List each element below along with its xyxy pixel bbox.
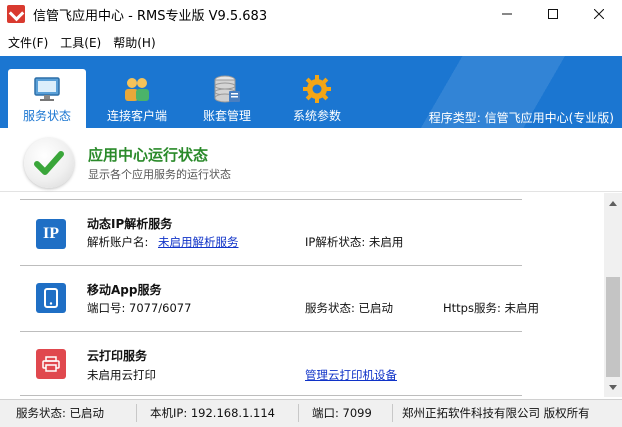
tab-system-parameters[interactable]: 系统参数	[278, 69, 356, 128]
enable-resolve-link[interactable]: 未启用解析服务	[158, 234, 239, 250]
tab-account-management[interactable]: 账套管理	[188, 69, 266, 128]
chevron-up-icon	[609, 200, 617, 206]
status-check-badge	[24, 138, 74, 188]
program-type-label: 程序类型: 信管飞应用中心(专业版)	[428, 111, 614, 125]
app-logo-icon	[7, 5, 25, 23]
service-title: 移动App服务	[87, 283, 162, 297]
vertical-scrollbar[interactable]	[604, 193, 622, 397]
close-button[interactable]	[576, 0, 622, 28]
tab-label: 系统参数	[292, 109, 341, 123]
maximize-icon	[548, 9, 558, 19]
close-icon	[594, 9, 604, 19]
cloud-print-status: 未启用云打印	[87, 368, 156, 382]
ip-icon: IP	[36, 219, 66, 249]
service-title: 云打印服务	[87, 349, 148, 363]
service-title: 动态IP解析服务	[87, 217, 173, 231]
menu-help[interactable]: 帮助(H)	[107, 34, 161, 51]
main-toolbar: 服务状态 连接客户端 账套管理 系统参数 程序类型: 信管飞应用中心(专业版)	[0, 56, 622, 128]
app-port: 端口号: 7077/6077	[87, 301, 192, 315]
divider	[20, 199, 522, 200]
tab-service-status[interactable]: 服务状态	[8, 69, 86, 128]
minimize-button[interactable]	[484, 0, 530, 28]
ip-resolve-status: IP解析状态: 未启用	[305, 235, 404, 249]
checkmark-icon	[34, 151, 64, 175]
database-icon	[214, 75, 240, 103]
tab-label: 连接客户端	[106, 109, 167, 123]
divider	[20, 331, 522, 332]
status-service-state: 服务状态: 已启动	[16, 406, 105, 420]
menu-tools[interactable]: 工具(E)	[54, 34, 107, 51]
status-bar: 服务状态: 已启动 本机IP: 192.168.1.114 端口: 7099 郑…	[0, 399, 622, 427]
window-controls	[484, 0, 622, 28]
monitor-icon	[34, 77, 60, 101]
page-title: 应用中心运行状态	[88, 146, 209, 164]
tab-label: 账套管理	[202, 109, 251, 123]
menu-bar: 文件(F) 工具(E) 帮助(H)	[0, 30, 622, 54]
scroll-down-button[interactable]	[604, 379, 622, 395]
maximize-button[interactable]	[530, 0, 576, 28]
app-service-status: 服务状态: 已启动	[305, 301, 394, 315]
scroll-thumb[interactable]	[606, 277, 620, 377]
tab-label: 服务状态	[22, 109, 71, 123]
minimize-icon	[502, 13, 512, 15]
tab-connected-clients[interactable]: 连接客户端	[98, 69, 176, 128]
status-separator	[136, 404, 137, 422]
printer-icon	[36, 349, 66, 379]
manage-cloud-printer-link[interactable]: 管理云打印机设备	[305, 367, 397, 383]
status-copyright: 郑州正拓软件科技有限公司 版权所有	[402, 406, 590, 420]
status-port: 端口: 7099	[312, 406, 372, 420]
account-label: 解析账户名:	[87, 235, 149, 249]
mobile-icon	[36, 283, 66, 313]
title-bar: 信管飞应用中心 - RMS专业版 V9.5.683	[0, 0, 622, 28]
service-list: IP 动态IP解析服务 解析账户名: 未启用解析服务 IP解析状态: 未启用 移…	[0, 193, 604, 397]
status-separator	[298, 404, 299, 422]
window-title: 信管飞应用中心 - RMS专业版 V9.5.683	[33, 8, 268, 24]
menu-file[interactable]: 文件(F)	[2, 34, 54, 51]
users-icon	[125, 78, 149, 101]
page-subtitle: 显示各个应用服务的运行状态	[88, 168, 231, 181]
divider	[20, 265, 522, 266]
scroll-up-button[interactable]	[604, 195, 622, 211]
gear-icon	[303, 75, 331, 103]
chevron-down-icon	[609, 384, 617, 390]
divider	[20, 395, 522, 396]
status-separator	[392, 404, 393, 422]
status-local-ip: 本机IP: 192.168.1.114	[150, 406, 275, 420]
status-header: 应用中心运行状态 显示各个应用服务的运行状态	[0, 128, 622, 192]
https-status: Https服务: 未启用	[443, 301, 539, 315]
